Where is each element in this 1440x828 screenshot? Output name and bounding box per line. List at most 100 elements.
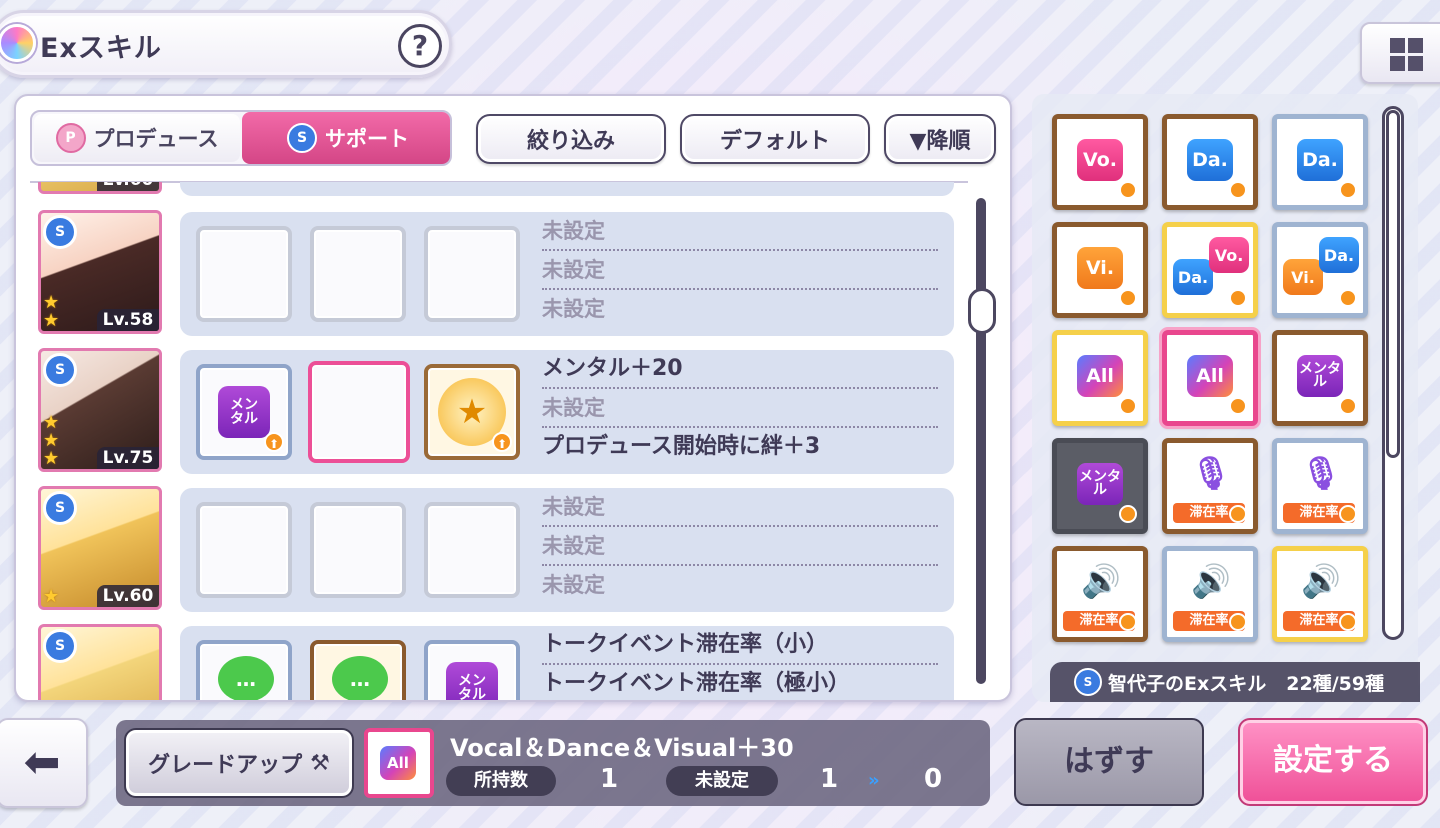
tab-produce-label: プロデュース <box>93 127 219 151</box>
support-card-list[interactable]: Lv.60 S ★ ★ Lv.58 未設定 未設定 未設定 S ★ ★ ★ Lv… <box>16 182 1010 700</box>
level-label: Lv.60 <box>97 182 159 191</box>
level-label: Lv.75 <box>97 447 159 469</box>
skill-slot-empty[interactable] <box>196 226 292 322</box>
skill-line: 未設定 <box>542 251 938 290</box>
skill-line: 未設定 <box>542 488 938 527</box>
grid-view-button[interactable] <box>1360 22 1440 84</box>
skill-slot-empty[interactable] <box>424 502 520 598</box>
dance-icon: Da. <box>1173 259 1213 295</box>
all-icon: All <box>1077 355 1123 397</box>
produce-icon: P <box>55 123 86 153</box>
skill-tile-all[interactable]: All <box>1052 330 1148 426</box>
avatar: Lv.60 <box>38 182 162 194</box>
remove-button[interactable]: はずす <box>1014 718 1204 806</box>
skill-slot-mental[interactable]: メン タル ⬆ <box>196 364 292 460</box>
upgrade-icon <box>1339 505 1357 523</box>
list-item[interactable]: Lv.60 <box>16 182 1010 198</box>
support-badge-icon: S <box>43 353 77 387</box>
tab-support[interactable]: S サポート <box>242 112 450 164</box>
unset-value: 1 <box>820 764 839 794</box>
skill-tile-mic[interactable]: 🎙 滞在率 <box>1162 438 1258 534</box>
skill-line: 未設定 <box>542 212 938 251</box>
list-item[interactable]: S ★ Lv.60 未設定 未設定 未設定 <box>16 486 1010 614</box>
upgrade-icon <box>1339 289 1357 307</box>
skill-tile-vo[interactable]: Vo. <box>1052 114 1148 210</box>
skill-slot-empty[interactable] <box>196 502 292 598</box>
grid-scroll-thumb[interactable] <box>1386 110 1400 458</box>
visual-icon: Vi. <box>1283 259 1323 295</box>
list-scroll-thumb[interactable] <box>968 288 996 334</box>
type-segmented-control: P プロデュース S サポート <box>30 110 452 166</box>
skill-slot-talk[interactable]: … <box>310 640 406 700</box>
list-item[interactable]: S … … メン タル トークイベント滞在率（小） トークイベント滞在率（極小） <box>16 624 1010 700</box>
talk-bubble-icon: … <box>332 656 388 700</box>
skill-tile-speaker[interactable]: 🔊 滞在率 <box>1162 546 1258 642</box>
level-label: Lv.58 <box>97 309 159 331</box>
list-item[interactable]: S ★ ★ Lv.58 未設定 未設定 未設定 <box>16 210 1010 338</box>
avatar: S <box>38 624 162 700</box>
upgrade-icon <box>1339 397 1357 415</box>
speaker-icon: 🔊 <box>1301 562 1341 600</box>
skill-tile-speaker[interactable]: 🔊 滞在率 <box>1272 546 1368 642</box>
skill-slot-talk[interactable]: … <box>196 640 292 700</box>
skill-lines: 未設定 未設定 未設定 <box>542 212 938 329</box>
skill-tile-mental[interactable]: メンタル <box>1272 330 1368 426</box>
list-item[interactable]: S ★ ★ ★ Lv.75 メン タル ⬆ ★ ⬆ メンタル＋20 未設定 プロデ… <box>16 348 1010 476</box>
owned-label: 所持数 <box>446 766 556 796</box>
mental-icon: メンタル <box>446 662 498 700</box>
avatar: S ★ Lv.60 <box>38 486 162 610</box>
skill-line: 未設定 <box>542 527 938 566</box>
skill-count: 22種/59種 <box>1286 672 1385 695</box>
back-button[interactable]: ⬅ <box>0 718 88 808</box>
skill-tile-mental[interactable]: メンタル <box>1052 438 1148 534</box>
upgrade-icon <box>1119 289 1137 307</box>
unset-label: 未設定 <box>666 766 778 796</box>
skill-tile-da[interactable]: Da. <box>1272 114 1368 210</box>
skill-line: 未設定 <box>542 389 938 428</box>
level-label: Lv.60 <box>97 585 159 607</box>
filter-button[interactable]: 絞り込み <box>476 114 666 164</box>
tab-support-label: サポート <box>325 127 409 151</box>
upgrade-icon <box>1229 289 1247 307</box>
skill-slot-empty[interactable] <box>310 502 406 598</box>
support-badge-icon: S <box>43 215 77 249</box>
skill-tile-vi[interactable]: Vi. <box>1052 222 1148 318</box>
skill-owner-label: 智代子のExスキル <box>1108 672 1267 695</box>
upgrade-icon <box>1119 181 1137 199</box>
vocal-icon: Vo. <box>1209 237 1249 273</box>
upgrade-icon <box>1229 397 1247 415</box>
skill-slot-mental[interactable]: メン タル <box>424 640 520 700</box>
dance-icon: Da. <box>1297 139 1343 181</box>
skill-lines: メンタル＋20 未設定 プロデュース開始時に絆＋3 <box>542 350 938 467</box>
list-scrollbar[interactable] <box>976 198 986 684</box>
hammer-icon: ⚒ <box>310 750 330 776</box>
arrow-left-icon: ⬅ <box>23 737 61 788</box>
skill-slot-bond[interactable]: ★ ⬆ <box>424 364 520 460</box>
skill-slot-selected[interactable] <box>308 361 410 463</box>
microphone-icon: 🎙 <box>1190 454 1232 492</box>
skill-line: メンタル＋20 <box>542 350 938 389</box>
tab-produce[interactable]: P プロデュース <box>34 114 240 162</box>
support-icon: S <box>287 123 317 153</box>
upgrade-icon: ⬆ <box>492 432 512 452</box>
skill-tile-da[interactable]: Da. <box>1162 114 1258 210</box>
skill-line: トークイベント滞在率（小） <box>542 626 938 665</box>
skill-tile-davo[interactable]: Da. Vo. <box>1162 222 1258 318</box>
skill-line: 未設定 <box>542 573 605 597</box>
order-toggle-button[interactable]: ▼降順 <box>884 114 996 164</box>
skill-tile-all[interactable]: All <box>1162 330 1258 426</box>
skill-tile-mic[interactable]: 🎙 滞在率 <box>1272 438 1368 534</box>
dance-icon: Da. <box>1319 237 1359 273</box>
talk-bubble-icon: … <box>218 656 274 700</box>
skill-tile-vida[interactable]: Vi. Da. <box>1272 222 1368 318</box>
skill-tile-speaker[interactable]: 🔊 滞在率 <box>1052 546 1148 642</box>
current-skill-icon: All <box>364 728 434 798</box>
set-button[interactable]: 設定する <box>1238 718 1428 806</box>
star-icon: ★ <box>43 448 60 469</box>
star-icon: ★ <box>43 586 60 607</box>
default-sort-button[interactable]: デフォルト <box>680 114 870 164</box>
grade-up-button[interactable]: グレードアップ ⚒ <box>124 728 354 798</box>
help-button[interactable]: ? <box>398 24 442 68</box>
skill-slot-empty[interactable] <box>310 226 406 322</box>
skill-slot-empty[interactable] <box>424 226 520 322</box>
